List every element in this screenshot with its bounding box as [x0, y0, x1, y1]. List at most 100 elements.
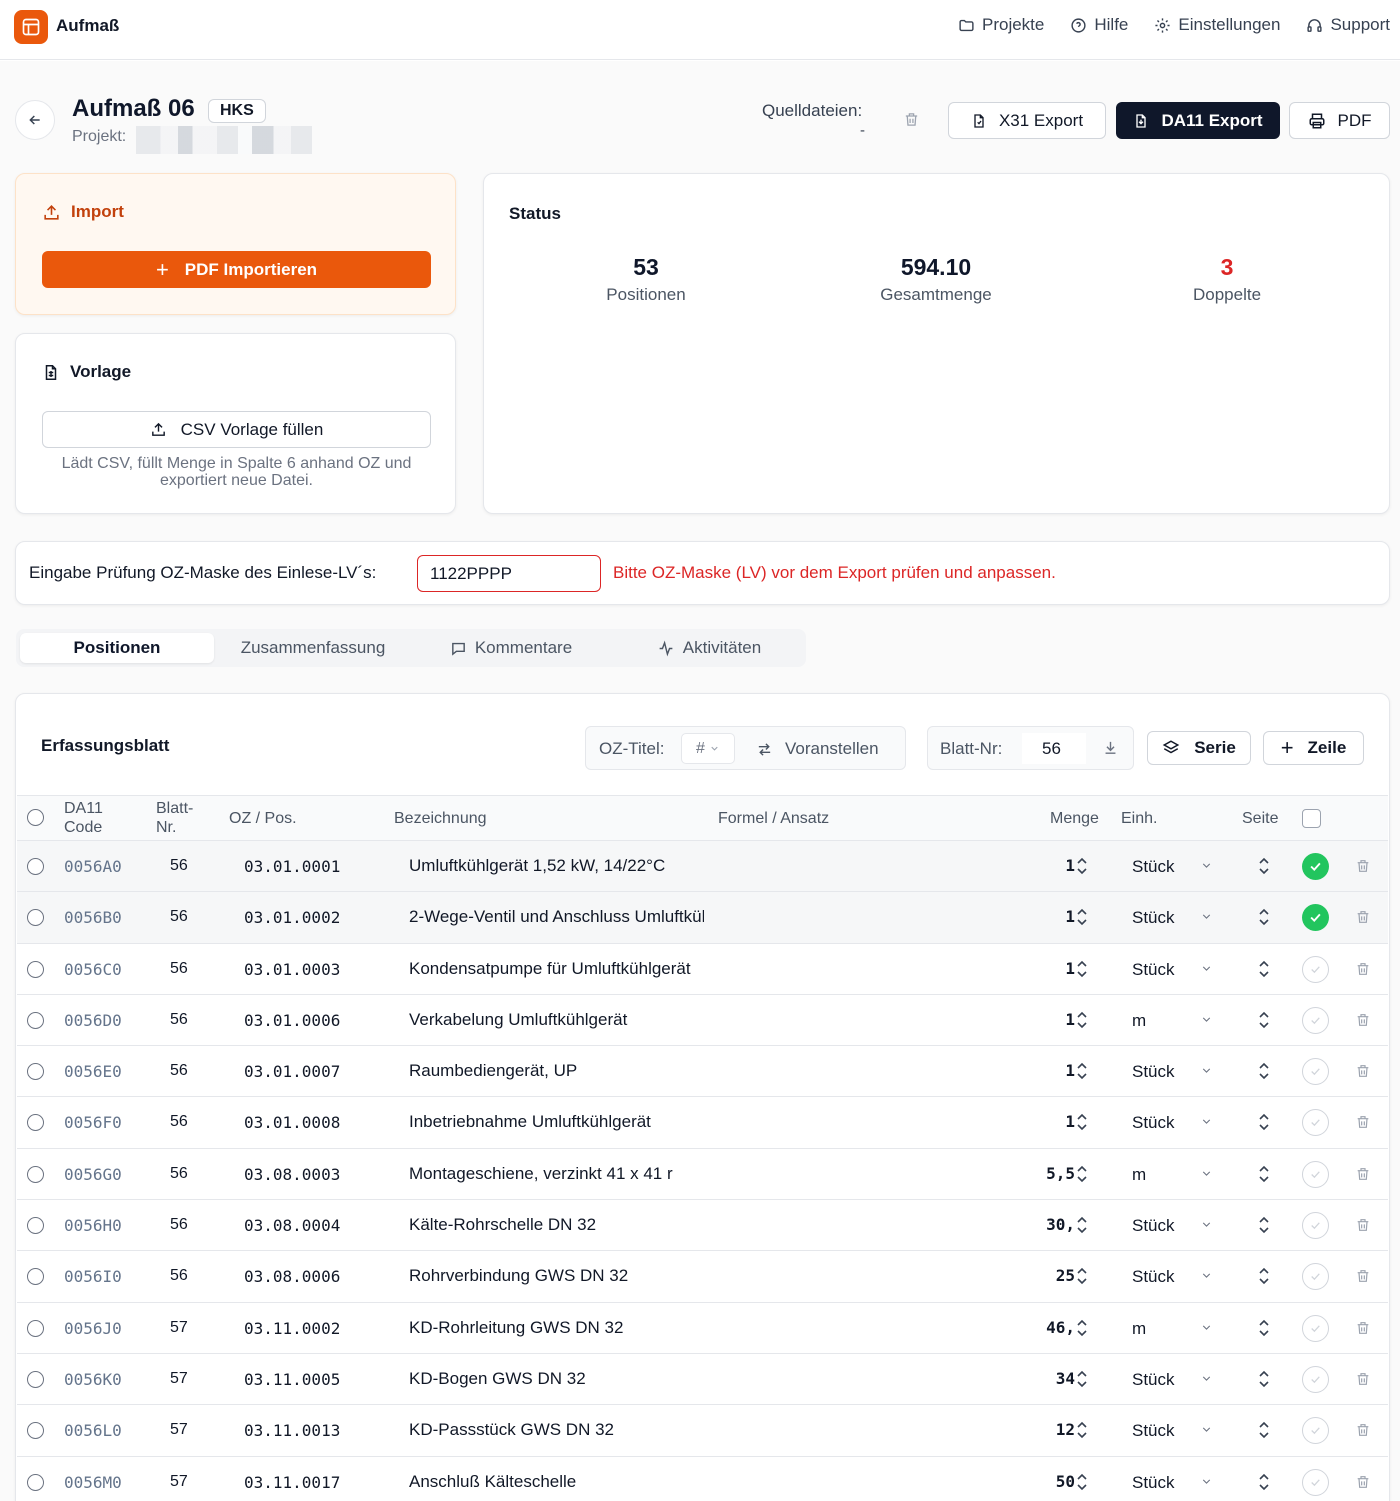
- quantity-cell[interactable]: 1: [1017, 848, 1075, 884]
- oz-title-select[interactable]: #: [681, 733, 735, 764]
- tab-kommentare[interactable]: Kommentare: [414, 633, 608, 663]
- unit-dropdown-button[interactable]: [1200, 1064, 1213, 1082]
- row-confirm-toggle[interactable]: [1302, 853, 1329, 880]
- formula-cell[interactable]: [714, 848, 1014, 884]
- description-cell[interactable]: Montageschiene, verzinkt 41 x 41 r: [398, 1156, 704, 1192]
- sheet-number-apply-button[interactable]: [1102, 739, 1119, 761]
- oz-position-cell[interactable]: 03.11.0005: [234, 1361, 354, 1397]
- description-cell[interactable]: Verkabelung Umluftkühlgerät: [398, 1002, 704, 1038]
- oz-position-cell[interactable]: 03.08.0004: [234, 1207, 354, 1243]
- unit-dropdown-button[interactable]: [1200, 962, 1213, 980]
- oz-position-cell[interactable]: 03.01.0007: [234, 1053, 354, 1089]
- sheet-number-cell[interactable]: 56: [170, 1216, 188, 1234]
- formula-cell[interactable]: [714, 1310, 1014, 1346]
- quantity-stepper[interactable]: [1076, 1318, 1088, 1343]
- page-stepper[interactable]: [1258, 1061, 1270, 1086]
- unit-dropdown-button[interactable]: [1200, 1423, 1213, 1441]
- formula-cell[interactable]: [714, 1464, 1014, 1500]
- quantity-cell[interactable]: 12: [1017, 1412, 1075, 1448]
- add-row-button[interactable]: + Zeile: [1263, 731, 1364, 765]
- quantity-cell[interactable]: 50: [1017, 1464, 1075, 1500]
- csv-template-button[interactable]: CSV Vorlage füllen: [42, 411, 431, 448]
- oz-position-cell[interactable]: 03.11.0013: [234, 1412, 354, 1448]
- da11-code[interactable]: 0056F0: [64, 1113, 122, 1132]
- row-select-checkbox[interactable]: [27, 1473, 44, 1491]
- sheet-number-cell[interactable]: 56: [170, 1113, 188, 1131]
- select-all-checkbox[interactable]: [27, 809, 44, 826]
- row-confirm-toggle[interactable]: [1302, 1365, 1329, 1393]
- delete-row-button[interactable]: [1355, 1473, 1371, 1496]
- formula-cell[interactable]: [714, 899, 1014, 935]
- quantity-cell[interactable]: 1: [1017, 951, 1075, 987]
- tab-aktivitaeten[interactable]: Aktivitäten: [612, 633, 806, 663]
- delete-row-button[interactable]: [1355, 960, 1371, 983]
- quantity-stepper[interactable]: [1076, 907, 1088, 932]
- quantity-stepper[interactable]: [1076, 1472, 1088, 1497]
- row-confirm-toggle[interactable]: [1302, 1006, 1329, 1034]
- da11-code[interactable]: 0056G0: [64, 1165, 122, 1184]
- pdf-button[interactable]: PDF: [1289, 102, 1390, 139]
- formula-cell[interactable]: [714, 1207, 1014, 1243]
- unit-select[interactable]: Stück: [1132, 960, 1175, 980]
- page-stepper[interactable]: [1258, 1318, 1270, 1343]
- quantity-stepper[interactable]: [1076, 1420, 1088, 1445]
- formula-cell[interactable]: [714, 1002, 1014, 1038]
- unit-select[interactable]: Stück: [1132, 1113, 1175, 1133]
- unit-select[interactable]: m: [1132, 1319, 1146, 1339]
- delete-row-button[interactable]: [1355, 1267, 1371, 1290]
- formula-cell[interactable]: [714, 1156, 1014, 1192]
- row-select-checkbox[interactable]: [27, 1268, 44, 1286]
- oz-position-cell[interactable]: 03.01.0002: [234, 899, 354, 935]
- tab-positionen[interactable]: Positionen: [20, 633, 214, 663]
- unit-select[interactable]: Stück: [1132, 1216, 1175, 1236]
- nav-support[interactable]: Support: [1306, 15, 1390, 35]
- quantity-stepper[interactable]: [1076, 1010, 1088, 1035]
- row-select-checkbox[interactable]: [27, 960, 44, 978]
- delete-row-button[interactable]: [1355, 1113, 1371, 1136]
- row-confirm-toggle[interactable]: [1302, 1314, 1329, 1342]
- x31-export-button[interactable]: X31 Export: [948, 102, 1106, 139]
- row-confirm-toggle[interactable]: [1302, 904, 1329, 932]
- description-cell[interactable]: Rohrverbindung GWS DN 32: [398, 1258, 704, 1294]
- delete-row-button[interactable]: [1355, 1011, 1371, 1034]
- unit-select[interactable]: Stück: [1132, 1267, 1175, 1287]
- row-select-checkbox[interactable]: [27, 1217, 44, 1235]
- delete-row-button[interactable]: [1355, 857, 1371, 880]
- delete-row-button[interactable]: [1355, 1319, 1371, 1342]
- da11-code[interactable]: 0056D0: [64, 1011, 122, 1030]
- da11-code[interactable]: 0056A0: [64, 857, 122, 876]
- page-stepper[interactable]: [1258, 959, 1270, 984]
- da11-export-button[interactable]: DA11 Export: [1116, 102, 1280, 139]
- unit-select[interactable]: Stück: [1132, 908, 1175, 928]
- row-select-checkbox[interactable]: [27, 1011, 44, 1029]
- app-logo[interactable]: [14, 10, 48, 44]
- page-stepper[interactable]: [1258, 1112, 1270, 1137]
- nav-einstellungen[interactable]: Einstellungen: [1154, 15, 1280, 35]
- unit-dropdown-button[interactable]: [1200, 1475, 1213, 1493]
- formula-cell[interactable]: [714, 1258, 1014, 1294]
- description-cell[interactable]: KD-Passstück GWS DN 32: [398, 1412, 704, 1448]
- unit-dropdown-button[interactable]: [1200, 859, 1213, 877]
- sheet-number-cell[interactable]: 56: [170, 960, 188, 978]
- row-confirm-toggle[interactable]: [1302, 1160, 1329, 1188]
- page-stepper[interactable]: [1258, 1420, 1270, 1445]
- oz-position-cell[interactable]: 03.11.0017: [234, 1464, 354, 1500]
- prepend-button[interactable]: Voranstellen: [756, 739, 879, 759]
- pdf-import-button[interactable]: + PDF Importieren: [42, 251, 431, 288]
- page-stepper[interactable]: [1258, 1472, 1270, 1497]
- quantity-cell[interactable]: 1: [1017, 1053, 1075, 1089]
- description-cell[interactable]: KD-Rohrleitung GWS DN 32: [398, 1310, 704, 1346]
- column-header-bezeichnung[interactable]: Bezeichnung: [394, 809, 487, 828]
- unit-dropdown-button[interactable]: [1200, 1321, 1213, 1339]
- oz-position-cell[interactable]: 03.01.0001: [234, 848, 354, 884]
- check-all-checkbox[interactable]: [1302, 809, 1321, 828]
- unit-dropdown-button[interactable]: [1200, 1269, 1213, 1287]
- quantity-stepper[interactable]: [1076, 959, 1088, 984]
- da11-code[interactable]: 0056C0: [64, 960, 122, 979]
- page-stepper[interactable]: [1258, 856, 1270, 881]
- page-stepper[interactable]: [1258, 1164, 1270, 1189]
- description-cell[interactable]: Kälte-Rohrschelle DN 32: [398, 1207, 704, 1243]
- description-cell[interactable]: KD-Bogen GWS DN 32: [398, 1361, 704, 1397]
- row-select-checkbox[interactable]: [27, 909, 44, 927]
- quantity-cell[interactable]: 1: [1017, 1104, 1075, 1140]
